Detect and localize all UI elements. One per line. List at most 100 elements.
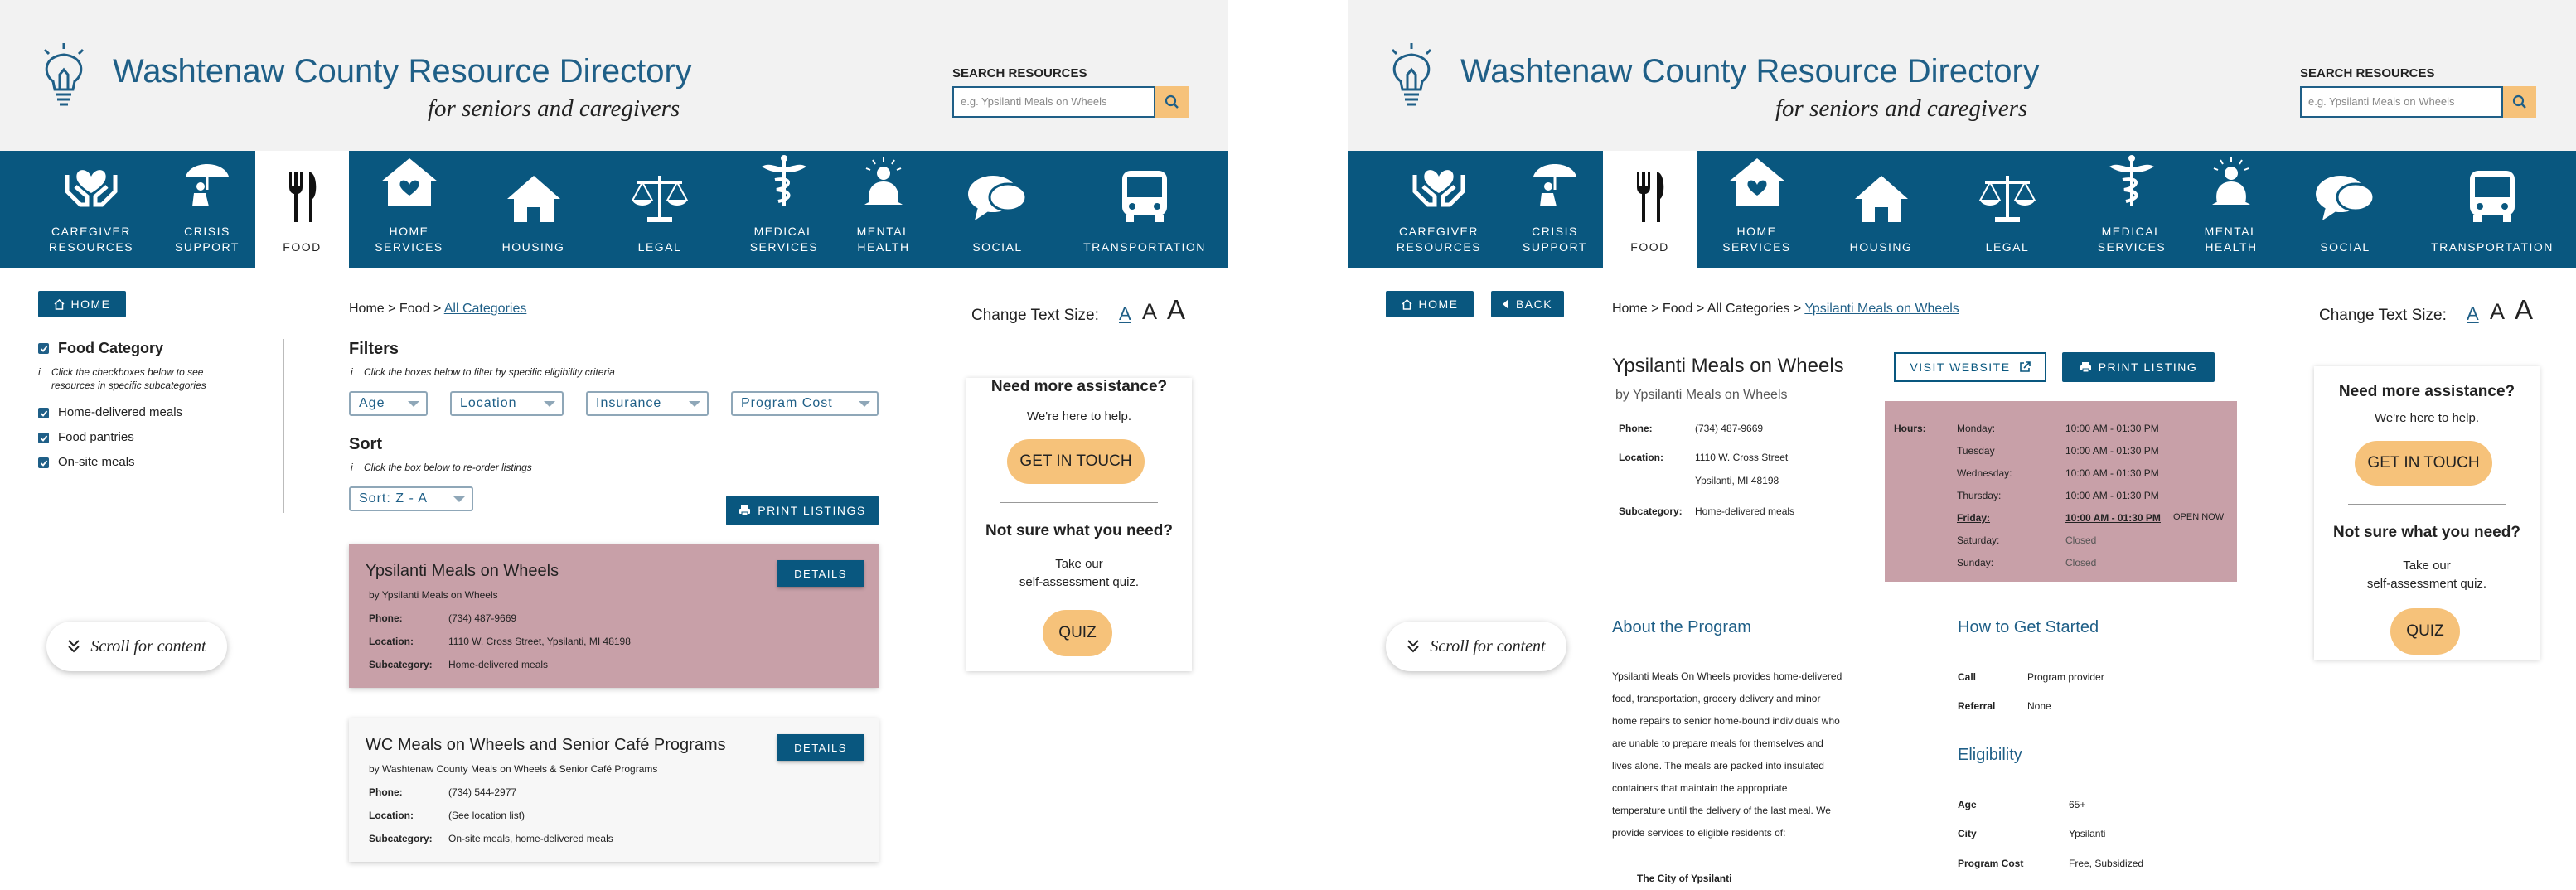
home-icon [53,298,65,310]
nav-item-home-services[interactable]: HOME SERVICES [349,151,469,268]
breadcrumb-all-categories[interactable]: All Categories [444,302,527,316]
back-button[interactable]: BACK [1491,291,1564,317]
filters-note-icon: i [351,366,353,378]
site-title[interactable]: Washtenaw County Resource Directory [113,53,692,90]
category-title: Food Category [58,340,164,356]
text-size-medium[interactable]: A [1142,299,1157,325]
nav-item-mental-health[interactable]: MENTAL HEALTH [2194,151,2269,268]
nav-item-housing[interactable]: HOUSING [469,151,598,268]
scroll-for-content-button[interactable]: Scroll for content [1386,622,1566,671]
listing-card-subcategory-label: Subcategory: [369,833,433,844]
breadcrumb-home[interactable]: Home [1612,302,1648,316]
filter-program-cost[interactable]: Program Cost [731,391,879,416]
subcategory-label[interactable]: Food pantries [58,430,134,444]
nav-item-legal[interactable]: LEGAL [1945,151,2070,268]
location-line-1: 1110 W. Cross Street [1695,452,1789,463]
subcategory-checkbox[interactable] [38,433,49,443]
fork-knife-icon [1634,171,1667,239]
nav-item-label: SOCIAL [972,240,1023,254]
house-icon [1853,174,1910,239]
subcategory-label[interactable]: On-site meals [58,455,135,469]
open-now-badge: OPEN NOW [2173,512,2225,522]
get-in-touch-button[interactable]: GET IN TOUCH [1007,439,1145,484]
subcategory-value: Home-delivered meals [1695,505,1795,517]
text-size-large[interactable]: A [2515,294,2533,326]
nav-item-label: TRANSPORTATION [1083,240,1206,254]
get-in-touch-button[interactable]: GET IN TOUCH [2355,441,2492,486]
home-button[interactable]: HOME [1386,291,1474,317]
details-button[interactable]: DETAILS [777,560,864,587]
location-list-link[interactable]: (See location list) [448,810,525,821]
search-button[interactable] [2503,86,2536,118]
nav-item-housing[interactable]: HOUSING [1817,151,1945,268]
about-line: Ypsilanti Meals On Wheels provides home-… [1612,670,1842,682]
caduceus-icon [758,155,810,224]
scroll-for-content-button[interactable]: Scroll for content [46,622,227,671]
search-button[interactable] [1155,86,1189,118]
nav-item-crisis-support[interactable]: CRISIS SUPPORT [157,151,257,268]
nav-item-label: MENTAL HEALTH [2204,225,2259,254]
subcategory-checkbox[interactable] [38,408,49,418]
breadcrumb-current[interactable]: Ypsilanti Meals on Wheels [1804,302,1959,316]
nav-item-crisis-support[interactable]: CRISIS SUPPORT [1505,151,1605,268]
print-listing-button[interactable]: PRINT LISTING [2062,352,2215,382]
nav-item-medical-services[interactable]: MEDICAL SERVICES [2070,151,2194,268]
listing-card-title[interactable]: Ypsilanti Meals on Wheels [366,562,559,581]
breadcrumb-home[interactable]: Home [349,302,385,316]
umbrella-person-icon [1530,157,1580,224]
lightbulb-logo-icon[interactable] [36,41,91,109]
subcategory-checkbox[interactable] [38,457,49,468]
quiz-button[interactable]: QUIZ [1043,610,1112,656]
hours-day: Saturday: [1957,534,2000,546]
nav-item-transportation[interactable]: TRANSPORTATION [2422,151,2563,268]
filter-age[interactable]: Age [349,391,428,416]
sort-select-value: Sort: Z - A [359,491,429,505]
nav-item-caregiver-resources[interactable]: CAREGIVER RESOURCES [25,151,157,268]
double-chevron-down-icon [68,640,80,653]
listing-card[interactable]: Ypsilanti Meals on Wheels by Ypsilanti M… [349,544,879,688]
back-button-label: BACK [1515,297,1553,311]
breadcrumb-food[interactable]: Food [399,302,429,316]
text-size-small[interactable]: A [2467,303,2479,325]
nav-item-label: MEDICAL SERVICES [749,225,819,254]
nav-item-transportation[interactable]: TRANSPORTATION [1074,151,1215,268]
home-button[interactable]: HOME [38,291,126,317]
search-input[interactable]: e.g. Ypsilanti Meals on Wheels [2300,86,2503,118]
sort-select[interactable]: Sort: Z - A [349,486,473,511]
nav-item-caregiver-resources[interactable]: CAREGIVER RESOURCES [1373,151,1505,268]
nav-item-social[interactable]: SOCIAL [921,151,1074,268]
breadcrumb-all-categories[interactable]: All Categories [1707,302,1790,316]
filter-insurance[interactable]: Insurance [586,391,709,416]
nav-item-medical-services[interactable]: MEDICAL SERVICES [722,151,846,268]
nav-item-food[interactable]: FOOD [1603,151,1697,268]
category-checkbox[interactable] [38,343,49,354]
speech-bubbles-icon [966,172,1029,239]
filter-insurance-label: Insurance [596,396,662,410]
subcategory-label[interactable]: Home-delivered meals [58,405,182,419]
text-size-large[interactable]: A [1167,294,1185,326]
search-input[interactable]: e.g. Ypsilanti Meals on Wheels [952,86,1155,118]
nav-item-food[interactable]: FOOD [255,151,349,268]
get-started-key: Referral [1958,700,1996,712]
how-to-get-started-heading: How to Get Started [1958,618,2099,636]
quiz-subtitle-2: self-assessment quiz. [1019,575,1140,589]
details-button[interactable]: DETAILS [777,734,864,761]
visit-website-button[interactable]: VISIT WEBSITE [1894,352,2046,382]
about-line: home repairs to senior home-bound indivi… [1612,715,1840,727]
lightbulb-logo-icon[interactable] [1384,41,1439,109]
listing-card-title[interactable]: WC Meals on Wheels and Senior Café Progr… [366,736,726,755]
breadcrumb-food[interactable]: Food [1663,302,1692,316]
text-size-small[interactable]: A [1119,303,1131,325]
filter-location[interactable]: Location [450,391,564,416]
print-listings-button[interactable]: PRINT LISTINGS [726,496,879,525]
listing-card[interactable]: WC Meals on Wheels and Senior Café Progr… [349,718,879,862]
site-title[interactable]: Washtenaw County Resource Directory [1460,53,2040,90]
quiz-button[interactable]: QUIZ [2390,608,2460,655]
nav-item-label: LEGAL [1985,240,2030,254]
nav-item-home-services[interactable]: HOME SERVICES [1697,151,1817,268]
nav-item-mental-health[interactable]: MENTAL HEALTH [846,151,921,268]
text-size-medium[interactable]: A [2490,299,2505,325]
nav-item-legal[interactable]: LEGAL [598,151,722,268]
nav-item-label: CAREGIVER RESOURCES [48,225,134,254]
nav-item-social[interactable]: SOCIAL [2269,151,2422,268]
